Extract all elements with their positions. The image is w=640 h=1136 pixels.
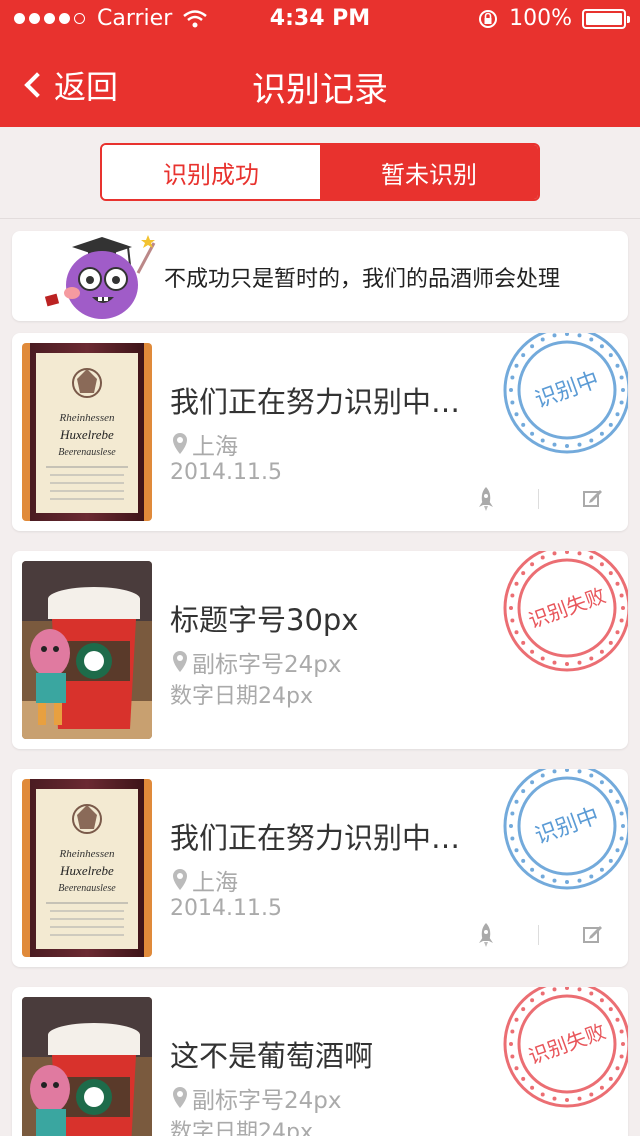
location-pin-icon — [173, 433, 187, 454]
location-pin-icon — [173, 1087, 187, 1108]
location-pin-icon — [173, 869, 187, 890]
svg-text:Beerenauslese: Beerenauslese — [58, 883, 116, 894]
svg-text:Huxelrebe: Huxelrebe — [59, 863, 114, 878]
stamp-text: 识别中 — [532, 803, 603, 849]
record-title: 我们正在努力识别中… — [170, 821, 461, 855]
rocket-icon[interactable] — [478, 487, 494, 511]
notice-text: 不成功只是暂时的，我们的品酒师会处理 — [164, 267, 561, 292]
record-location-text: 上海 — [192, 434, 238, 460]
notice-banner: 不成功只是暂时的，我们的品酒师会处理 — [12, 231, 628, 321]
status-stamp: 识别中 — [503, 769, 628, 890]
svg-text:Rheinhessen: Rheinhessen — [59, 848, 115, 860]
stamp-text: 识别中 — [532, 367, 603, 413]
segmented-control: 识别成功 暂未识别 — [100, 143, 540, 201]
location-pin-icon — [173, 651, 187, 672]
svg-text:Beerenauslese: Beerenauslese — [58, 447, 116, 458]
record-card[interactable]: Rheinhessen Huxelrebe Beerenauslese 我们正在… — [12, 333, 628, 531]
edit-icon[interactable] — [582, 487, 604, 509]
record-location-text: 上海 — [192, 870, 238, 896]
wine-bottle-photo: Rheinhessen Huxelrebe Beerenauslese — [22, 343, 152, 521]
coffee-cup-photo — [22, 997, 152, 1136]
svg-text:Rheinhessen: Rheinhessen — [59, 412, 115, 424]
divider — [538, 925, 539, 945]
record-date: 数字日期24px — [170, 1120, 313, 1136]
record-date: 数字日期24px — [170, 684, 313, 709]
battery-percent: 100% — [509, 6, 572, 31]
status-stamp: 识别中 — [503, 333, 628, 454]
record-location: 上海 — [170, 863, 238, 897]
divider — [538, 489, 539, 509]
status-stamp: 识别失败 — [503, 987, 628, 1108]
stamp-text: 识别失败 — [525, 583, 608, 633]
record-date: 2014.11.5 — [170, 460, 282, 485]
record-date: 2014.11.5 — [170, 896, 282, 921]
record-card[interactable]: Rheinhessen Huxelrebe Beerenauslese 我们正在… — [12, 769, 628, 967]
record-title: 标题字号30px — [170, 603, 359, 637]
record-title: 我们正在努力识别中… — [170, 385, 461, 419]
record-location-text: 副标字号24px — [192, 652, 342, 678]
edit-icon[interactable] — [582, 923, 604, 945]
status-bar: Carrier 4:34 PM 100% — [0, 0, 640, 40]
record-actions — [448, 919, 628, 953]
tab-unrecognized[interactable]: 暂未识别 — [320, 145, 538, 199]
record-card[interactable]: 标题字号30px 副标字号24px 数字日期24px 识别失败 — [12, 551, 628, 749]
record-location: 上海 — [170, 427, 238, 461]
record-title: 这不是葡萄酒啊 — [170, 1039, 374, 1073]
segmented-control-bar: 识别成功 暂未识别 — [0, 127, 640, 219]
svg-text:Huxelrebe: Huxelrebe — [59, 427, 114, 442]
tab-recognized[interactable]: 识别成功 — [102, 145, 320, 199]
record-actions — [448, 483, 628, 517]
wine-bottle-photo: Rheinhessen Huxelrebe Beerenauslese — [22, 779, 152, 957]
header: Carrier 4:34 PM 100% 返回 识别记录 — [0, 0, 640, 127]
coffee-cup-photo — [22, 561, 152, 739]
record-card[interactable]: 这不是葡萄酒啊副标字号24px 数字日期24px 识别失败 — [12, 987, 628, 1136]
page-title: 识别记录 — [252, 70, 388, 110]
record-location: 副标字号24px — [170, 1081, 341, 1115]
status-stamp: 识别失败 — [503, 551, 628, 672]
battery-icon — [582, 8, 630, 29]
stamp-text: 识别失败 — [525, 1019, 608, 1069]
record-location: 副标字号24px — [170, 645, 341, 679]
rotation-lock-icon — [479, 9, 498, 28]
mascot-illustration — [44, 235, 156, 319]
rocket-icon[interactable] — [478, 923, 494, 947]
record-location-text: 副标字号24px — [192, 1088, 342, 1114]
